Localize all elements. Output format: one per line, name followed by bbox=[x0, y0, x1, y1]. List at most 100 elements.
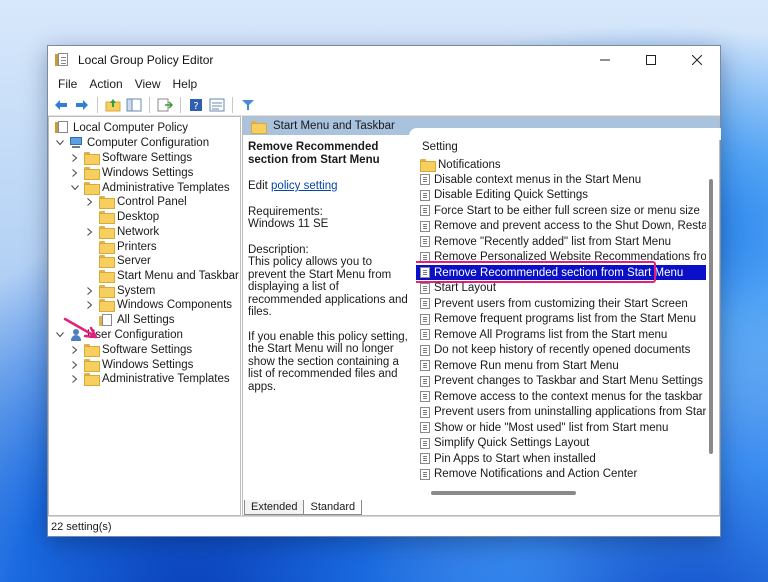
chevron-right-icon[interactable] bbox=[70, 360, 80, 370]
chevron-right-icon[interactable] bbox=[85, 286, 95, 296]
tree-item-uc-administrative-templates[interactable]: Administrative Templates bbox=[70, 371, 230, 386]
window-title: Local Group Policy Editor bbox=[78, 53, 214, 67]
up-folder-icon bbox=[105, 98, 121, 111]
list-item-setting[interactable]: Remove Notifications and Action Center bbox=[416, 467, 706, 482]
list-item-setting[interactable]: Remove "Recently added" list from Start … bbox=[416, 234, 706, 249]
status-bar: 22 setting(s) bbox=[48, 516, 720, 536]
tree-item-cc-software-settings[interactable]: Software Settings bbox=[70, 150, 192, 165]
tree-item-computer-configuration[interactable]: Computer Configuration bbox=[55, 135, 209, 150]
list-item-setting[interactable]: Prevent changes to Taskbar and Start Men… bbox=[416, 374, 706, 389]
list-item-setting[interactable]: Remove frequent programs list from the S… bbox=[416, 312, 706, 327]
export-list-button[interactable] bbox=[156, 96, 174, 114]
menu-bar: File Action View Help bbox=[48, 74, 720, 94]
chevron-right-icon[interactable] bbox=[85, 300, 95, 310]
navigation-tree[interactable]: Local Computer Policy Computer Configura… bbox=[48, 116, 241, 516]
tree-item-label: User Configuration bbox=[87, 328, 183, 341]
scrollbar-thumb[interactable] bbox=[709, 179, 713, 454]
chevron-right-icon[interactable] bbox=[70, 345, 80, 355]
filter-button[interactable] bbox=[239, 96, 257, 114]
list-item-setting[interactable]: Show or hide "Most used" list from Start… bbox=[416, 420, 706, 435]
group-policy-window: Local Group Policy Editor File Action Vi… bbox=[47, 45, 721, 537]
close-button[interactable] bbox=[674, 46, 720, 74]
list-item-setting[interactable]: Remove and prevent access to the Shut Do… bbox=[416, 219, 706, 234]
chevron-right-icon[interactable] bbox=[85, 227, 95, 237]
show-hide-tree-button[interactable] bbox=[125, 96, 143, 114]
properties-button[interactable] bbox=[208, 96, 226, 114]
tree-item-uc-windows-settings[interactable]: Windows Settings bbox=[70, 357, 193, 372]
list-item-label: Remove Notifications and Action Center bbox=[434, 468, 638, 480]
list-item-label: Force Start to be either full screen siz… bbox=[434, 204, 700, 217]
tree-item-start-menu-and-taskbar[interactable]: Start Menu and Taskbar bbox=[99, 268, 239, 283]
folder-icon bbox=[99, 226, 115, 239]
list-area-tab-edge bbox=[409, 128, 721, 140]
list-item-setting[interactable]: Prevent users from uninstalling applicat… bbox=[416, 405, 706, 420]
tree-item-cc-windows-settings[interactable]: Windows Settings bbox=[70, 165, 193, 180]
folder-icon bbox=[99, 299, 115, 312]
menu-view[interactable]: View bbox=[129, 77, 167, 91]
tree-item-control-panel[interactable]: Control Panel bbox=[85, 194, 187, 209]
tree-item-printers[interactable]: Printers bbox=[99, 239, 157, 254]
list-item-setting[interactable]: Do not keep history of recently opened d… bbox=[416, 343, 706, 358]
edit-policy-setting-link[interactable]: policy setting bbox=[271, 180, 337, 192]
list-item-label: Disable context menus in the Start Menu bbox=[434, 173, 642, 186]
tab-extended[interactable]: Extended bbox=[244, 500, 305, 515]
folder-icon bbox=[84, 359, 100, 372]
tree-item-system[interactable]: System bbox=[85, 283, 155, 298]
list-item-setting[interactable]: Force Start to be either full screen siz… bbox=[416, 203, 706, 218]
show-hide-tree-icon bbox=[126, 98, 142, 111]
details-header-title: Start Menu and Taskbar bbox=[273, 120, 395, 132]
chevron-right-icon[interactable] bbox=[70, 153, 80, 163]
chevron-down-icon[interactable] bbox=[70, 183, 80, 193]
title-bar[interactable]: Local Group Policy Editor bbox=[48, 46, 720, 74]
list-item-setting[interactable]: Remove All Programs list from the Start … bbox=[416, 327, 706, 342]
tree-item-cc-administrative-templates[interactable]: Administrative Templates bbox=[70, 180, 230, 195]
list-item-notifications-folder[interactable]: Notifications bbox=[416, 157, 706, 172]
menu-action[interactable]: Action bbox=[83, 77, 128, 91]
help-button[interactable]: ? bbox=[187, 96, 205, 114]
policy-setting-icon bbox=[420, 391, 430, 402]
menu-help[interactable]: Help bbox=[167, 77, 204, 91]
list-item-setting[interactable]: Disable context menus in the Start Menu bbox=[416, 172, 706, 187]
folder-icon bbox=[99, 270, 115, 283]
column-header-setting[interactable]: Setting bbox=[422, 141, 458, 153]
policy-description: Remove Recommended section from Start Me… bbox=[248, 141, 411, 393]
vertical-scrollbar[interactable] bbox=[708, 171, 714, 466]
list-item-setting[interactable]: Prevent users from customizing their Sta… bbox=[416, 296, 706, 311]
chevron-right-icon[interactable] bbox=[70, 374, 80, 384]
tab-standard[interactable]: Standard bbox=[303, 500, 363, 515]
tree-item-network[interactable]: Network bbox=[85, 224, 159, 239]
tree-item-server[interactable]: Server bbox=[99, 253, 151, 268]
list-item-setting[interactable]: Pin Apps to Start when installed bbox=[416, 451, 706, 466]
policy-setting-icon bbox=[420, 360, 430, 371]
menu-file[interactable]: File bbox=[52, 77, 83, 91]
list-item-setting[interactable]: Remove access to the context menus for t… bbox=[416, 389, 706, 404]
tree-item-windows-components[interactable]: Windows Components bbox=[85, 297, 232, 312]
folder-icon bbox=[84, 373, 100, 386]
up-level-button[interactable] bbox=[104, 96, 122, 114]
tree-item-label: Control Panel bbox=[117, 195, 187, 208]
settings-list[interactable]: Setting Notifications Disable context me… bbox=[416, 141, 716, 498]
view-tabs: Extended Standard bbox=[244, 500, 363, 516]
tree-item-desktop[interactable]: Desktop bbox=[99, 209, 159, 224]
back-button[interactable] bbox=[52, 96, 70, 114]
list-item-setting[interactable]: Simplify Quick Settings Layout bbox=[416, 436, 706, 451]
chevron-right-icon[interactable] bbox=[70, 168, 80, 178]
list-item-label: Show or hide "Most used" list from Start… bbox=[434, 421, 669, 434]
tree-item-label: Windows Settings bbox=[102, 358, 194, 371]
maximize-button[interactable] bbox=[628, 46, 674, 74]
folder-icon bbox=[84, 152, 100, 165]
minimize-button[interactable] bbox=[582, 46, 628, 74]
forward-button[interactable] bbox=[73, 96, 91, 114]
list-item-setting[interactable]: Remove Run menu from Start Menu bbox=[416, 358, 706, 373]
policy-setting-icon bbox=[420, 189, 430, 201]
list-item-setting[interactable]: Disable Editing Quick Settings bbox=[416, 188, 706, 203]
list-item-setting[interactable]: Start Layout bbox=[416, 281, 706, 296]
chevron-right-icon[interactable] bbox=[85, 197, 95, 207]
horizontal-scrollbar[interactable] bbox=[431, 491, 576, 495]
tree-item-uc-software-settings[interactable]: Software Settings bbox=[70, 342, 192, 357]
tree-item-local-computer-policy[interactable]: Local Computer Policy bbox=[55, 120, 188, 135]
list-item-label: Prevent changes to Taskbar and Start Men… bbox=[434, 375, 703, 387]
folder-icon bbox=[99, 211, 115, 224]
chevron-down-icon[interactable] bbox=[55, 138, 65, 148]
tree-item-all-settings[interactable]: All Settings bbox=[99, 312, 175, 327]
